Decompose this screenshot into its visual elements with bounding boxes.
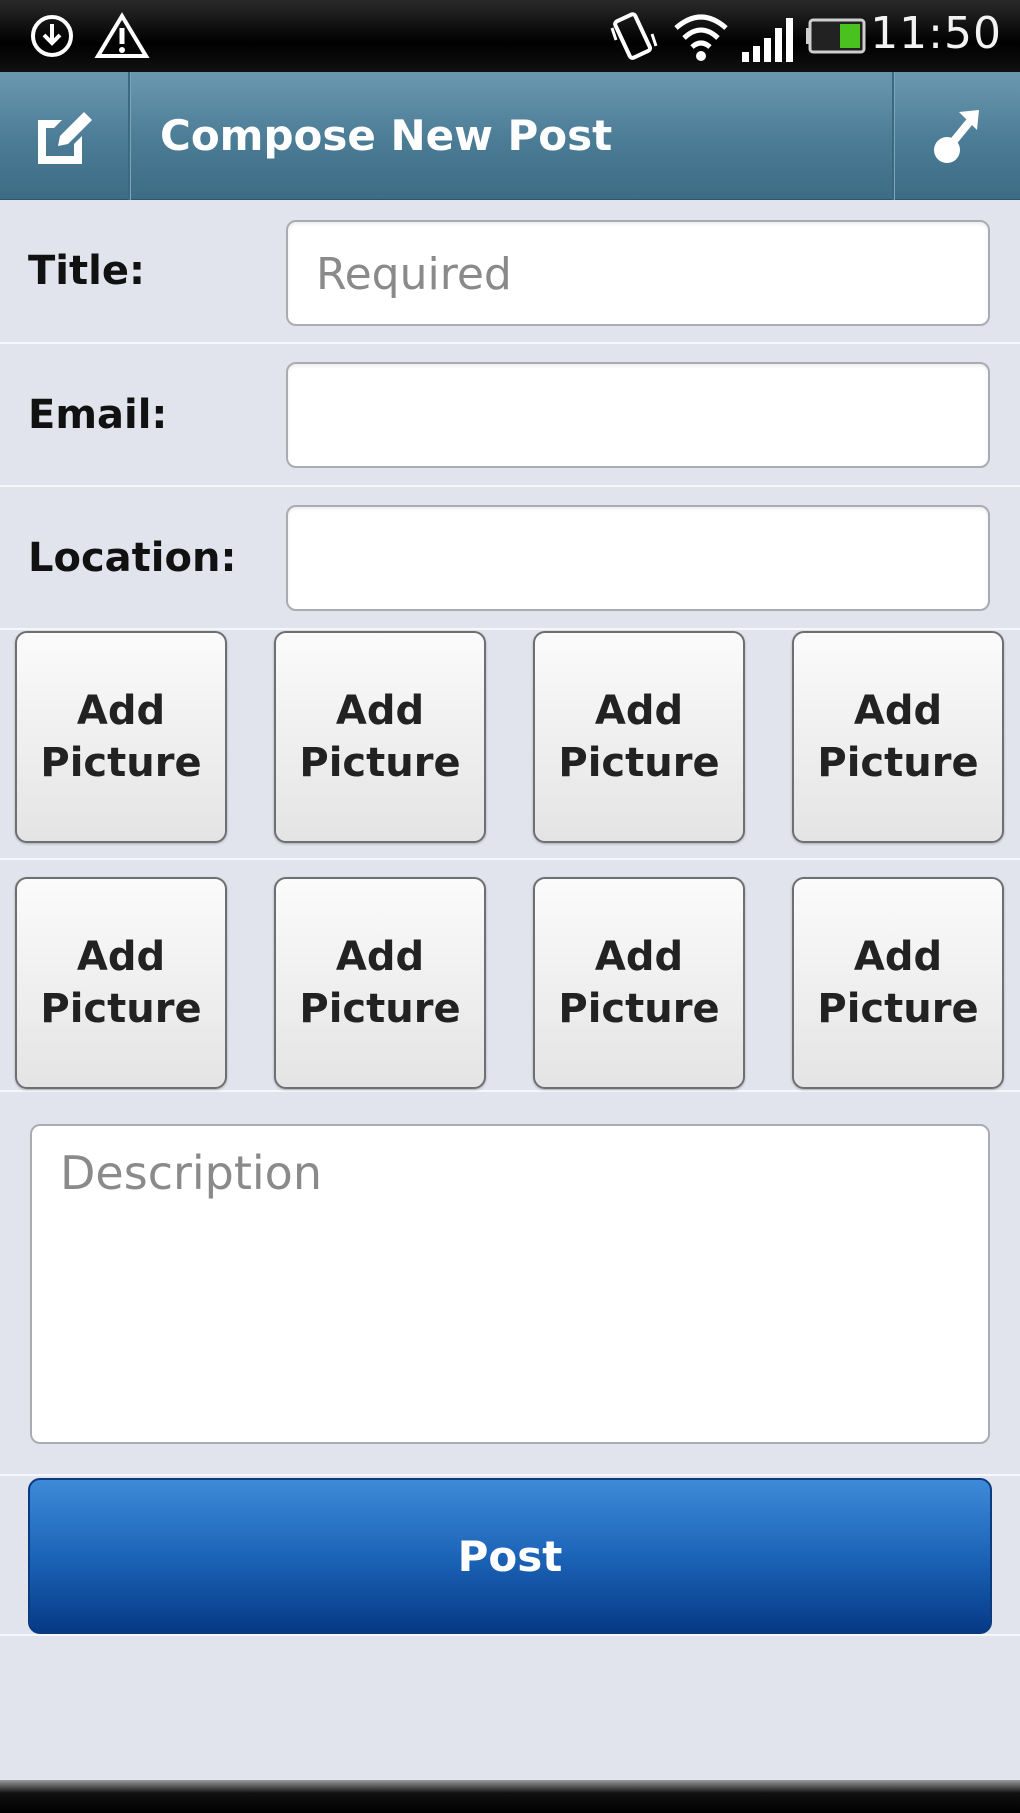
location-input[interactable]: [286, 505, 990, 611]
action-bar: Compose New Post: [0, 72, 1020, 200]
signal-icon: [742, 18, 793, 62]
add-picture-button-8[interactable]: Add Picture: [792, 877, 1004, 1089]
download-icon: [31, 15, 73, 57]
title-label: Title:: [28, 248, 145, 294]
add-picture-button-1[interactable]: Add Picture: [15, 631, 227, 843]
bottom-bar: [0, 1780, 1020, 1813]
post-button[interactable]: Post: [28, 1478, 992, 1634]
page-title: Compose New Post: [160, 111, 613, 160]
wifi-icon: [674, 14, 728, 61]
share-button[interactable]: [892, 72, 1020, 200]
add-picture-button-3[interactable]: Add Picture: [533, 631, 745, 843]
title-row: Title: Required: [0, 200, 1020, 344]
email-input[interactable]: [286, 362, 990, 468]
location-label: Location:: [28, 535, 237, 581]
add-picture-button-2[interactable]: Add Picture: [274, 631, 486, 843]
location-row: Location:: [0, 487, 1020, 630]
share-icon: [934, 110, 979, 163]
add-picture-button-7[interactable]: Add Picture: [533, 877, 745, 1089]
title-input[interactable]: Required: [286, 220, 990, 326]
status-bar: 11:50: [0, 0, 1020, 72]
alert-icon: [94, 12, 150, 58]
vibrate-icon: [610, 12, 658, 60]
email-row: Email:: [0, 344, 1020, 487]
compose-icon: [38, 112, 92, 164]
add-picture-button-6[interactable]: Add Picture: [274, 877, 486, 1089]
battery-icon: [806, 18, 866, 54]
add-picture-button-5[interactable]: Add Picture: [15, 877, 227, 1089]
description-input[interactable]: Description: [30, 1124, 990, 1444]
add-picture-button-4[interactable]: Add Picture: [792, 631, 1004, 843]
email-label: Email:: [28, 392, 168, 438]
screen: 11:50 Compose New Post Title: Required E…: [0, 0, 1020, 1813]
status-time: 11:50: [870, 8, 1002, 59]
compose-button[interactable]: [0, 72, 130, 200]
